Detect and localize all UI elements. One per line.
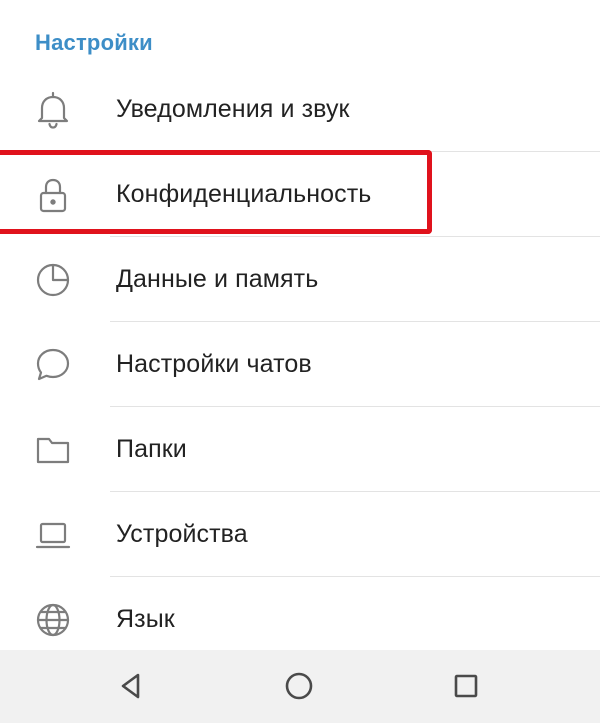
menu-item-label: Уведомления и звук (116, 95, 350, 123)
pie-chart-icon (30, 257, 76, 303)
menu-item-chat-settings[interactable]: Настройки чатов (0, 322, 600, 407)
menu-item-privacy[interactable]: Конфиденциальность (0, 152, 600, 237)
back-icon (121, 673, 140, 699)
folder-icon (30, 427, 76, 473)
laptop-icon (30, 512, 76, 558)
lock-icon (30, 172, 76, 218)
globe-icon (30, 597, 76, 643)
system-navigation-bar (0, 650, 600, 723)
section-title: Настройки (35, 30, 153, 55)
recents-button[interactable] (446, 666, 486, 706)
settings-screen: Настройки Уведомления и звук Конфиденциа… (0, 0, 600, 723)
menu-item-label: Данные и память (116, 265, 319, 293)
home-button[interactable] (279, 666, 319, 706)
menu-item-label: Конфиденциальность (116, 180, 372, 208)
home-icon (285, 672, 313, 700)
recents-icon (454, 674, 478, 698)
menu-item-notifications[interactable]: Уведомления и звук (0, 67, 600, 152)
menu-item-label: Папки (116, 435, 187, 463)
menu-item-devices[interactable]: Устройства (0, 492, 600, 577)
menu-item-label: Язык (116, 605, 175, 633)
menu-item-label: Настройки чатов (116, 350, 312, 378)
bell-icon (30, 87, 76, 133)
settings-menu: Уведомления и звук Конфиденциальность Да… (0, 67, 600, 662)
menu-item-label: Устройства (116, 520, 248, 548)
chat-bubble-icon (30, 342, 76, 388)
menu-item-data-storage[interactable]: Данные и память (0, 237, 600, 322)
menu-item-folders[interactable]: Папки (0, 407, 600, 492)
back-button[interactable] (111, 666, 151, 706)
